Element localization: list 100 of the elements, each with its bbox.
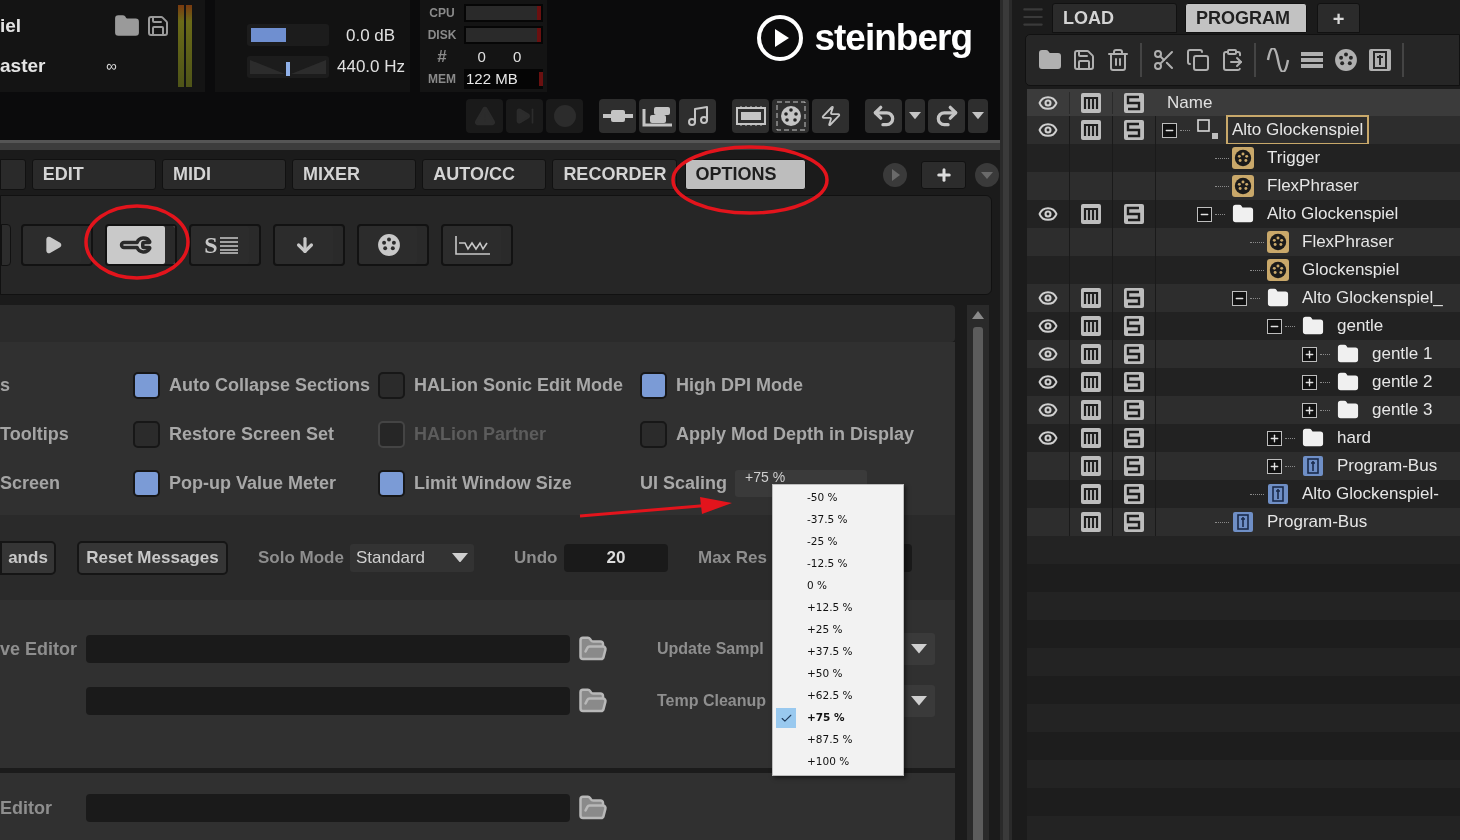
ram-button[interactable] [732, 99, 769, 133]
trash-icon[interactable] [1106, 48, 1130, 72]
expander[interactable] [1267, 318, 1282, 334]
tree-item[interactable]: gentle 2 [1366, 367, 1439, 397]
tab[interactable]: MIXER [292, 159, 417, 190]
expander[interactable] [1232, 290, 1247, 306]
tree-item[interactable]: hard [1331, 423, 1378, 453]
solo-icon[interactable] [1123, 455, 1145, 477]
tab[interactable]: EDIT [31, 159, 156, 190]
solo-icon[interactable] [1123, 91, 1145, 114]
eye-icon[interactable] [1038, 372, 1058, 392]
menu-item[interactable]: +62.5 % [773, 685, 903, 707]
menu-item[interactable]: -37.5 % [773, 509, 903, 531]
tree-item[interactable]: gentle [1331, 311, 1390, 341]
menu-item[interactable]: +87.5 % [773, 729, 903, 751]
expander[interactable] [1302, 402, 1317, 418]
play-circle-icon[interactable] [881, 161, 908, 188]
mute-icon[interactable] [1080, 287, 1102, 309]
undo-field[interactable]: 20 [564, 543, 668, 572]
menu-item[interactable]: +100 % [773, 751, 903, 773]
menu-item[interactable]: +12.5 % [773, 597, 903, 619]
caret-button[interactable] [968, 99, 988, 133]
save-icon[interactable] [146, 14, 170, 38]
tree-item[interactable]: Trigger [1261, 143, 1327, 173]
solo-icon[interactable] [1123, 427, 1145, 449]
eye-icon[interactable] [1038, 288, 1058, 308]
tab[interactable]: PROGRAM [1185, 3, 1307, 33]
menu-item[interactable]: +25 % [773, 619, 903, 641]
tab[interactable]: LOAD [1052, 3, 1177, 33]
tune-slider[interactable] [247, 55, 329, 78]
expander[interactable] [1162, 122, 1177, 138]
midi-page-button[interactable] [357, 224, 429, 266]
lightning-button[interactable] [812, 99, 849, 133]
tab[interactable]: MIDI [161, 159, 287, 190]
mute-icon[interactable] [1080, 371, 1102, 393]
undo-button[interactable] [865, 99, 902, 133]
add-tab-button[interactable]: + [1317, 3, 1360, 33]
save-icon[interactable] [1072, 48, 1096, 72]
checkbox[interactable] [640, 372, 667, 399]
reset-messages-button[interactable]: Reset Messages [77, 540, 228, 575]
dropdown-circle-icon[interactable] [974, 161, 1000, 188]
scrollbar[interactable] [967, 305, 989, 840]
midi-port-button[interactable] [772, 99, 809, 133]
eye-icon[interactable] [1038, 316, 1058, 336]
tree-item[interactable]: gentle 1 [1366, 339, 1439, 369]
solo-icon[interactable] [1123, 343, 1145, 365]
redo-button[interactable] [928, 99, 965, 133]
solo-icon[interactable] [1123, 315, 1145, 337]
play-page-button[interactable] [21, 224, 93, 266]
menu-item[interactable]: -25 % [773, 531, 903, 553]
eye-icon[interactable] [1038, 400, 1058, 420]
menu-item[interactable]: 0 % [773, 575, 903, 597]
solo-icon[interactable] [1123, 203, 1145, 225]
bus-icon[interactable] [1368, 48, 1392, 72]
tree-item[interactable]: Program-Bus [1261, 507, 1374, 537]
checkbox[interactable] [378, 470, 405, 497]
tree-item[interactable]: FlexPhraser [1261, 171, 1365, 201]
folder-icon[interactable] [1038, 48, 1062, 72]
expander[interactable] [1302, 346, 1317, 362]
solo-icon[interactable] [1123, 119, 1145, 141]
mute-icon[interactable] [1080, 203, 1102, 225]
notes-button[interactable] [679, 99, 716, 133]
checkbox[interactable] [133, 421, 160, 448]
caret-button[interactable] [905, 99, 925, 133]
mute-icon[interactable] [1080, 455, 1102, 477]
solo-icon[interactable] [1123, 483, 1145, 505]
expander[interactable] [1267, 458, 1282, 474]
menu-item[interactable]: -12.5 % [773, 553, 903, 575]
download-page-button[interactable] [273, 224, 345, 266]
expander[interactable] [1197, 206, 1212, 222]
menu-item[interactable]: +75 % [773, 707, 903, 729]
wave-icon[interactable] [1266, 48, 1290, 72]
solo-icon[interactable] [1123, 287, 1145, 309]
mute-icon[interactable] [1080, 91, 1102, 114]
mute-icon[interactable] [1080, 315, 1102, 337]
insert-stack-button[interactable] [639, 99, 676, 133]
tab[interactable]: OPTIONS [684, 159, 806, 190]
solo-mode-select[interactable]: Standard [350, 543, 474, 572]
insert-button[interactable] [599, 99, 636, 133]
tree-item[interactable]: Program-Bus [1331, 451, 1444, 481]
tree-item[interactable]: Glockenspiel [1296, 255, 1406, 285]
volume-slider[interactable] [247, 24, 329, 47]
tab[interactable]: AUTO/CC [422, 159, 547, 190]
menu-item[interactable]: +50 % [773, 663, 903, 685]
tree-item[interactable]: Alto Glockenspiel- [1296, 479, 1445, 509]
commands-button[interactable]: ands [0, 540, 56, 575]
folder-icon[interactable] [114, 13, 140, 39]
copy-icon[interactable] [1186, 48, 1210, 72]
eye-icon[interactable] [1038, 428, 1058, 448]
mute-icon[interactable] [1080, 399, 1102, 421]
tree-item[interactable]: Alto Glockenspiel [1261, 199, 1405, 229]
menu-item[interactable]: +37.5 % [773, 641, 903, 663]
paste-icon[interactable] [1220, 48, 1244, 72]
mute-icon[interactable] [1080, 483, 1102, 505]
eye-icon[interactable] [1038, 204, 1058, 224]
scroll-up-icon[interactable] [972, 311, 984, 319]
mute-icon[interactable] [1080, 119, 1102, 141]
tab[interactable]: RECORDER [552, 159, 677, 190]
mute-icon[interactable] [1080, 427, 1102, 449]
cut-icon[interactable] [1152, 48, 1176, 72]
